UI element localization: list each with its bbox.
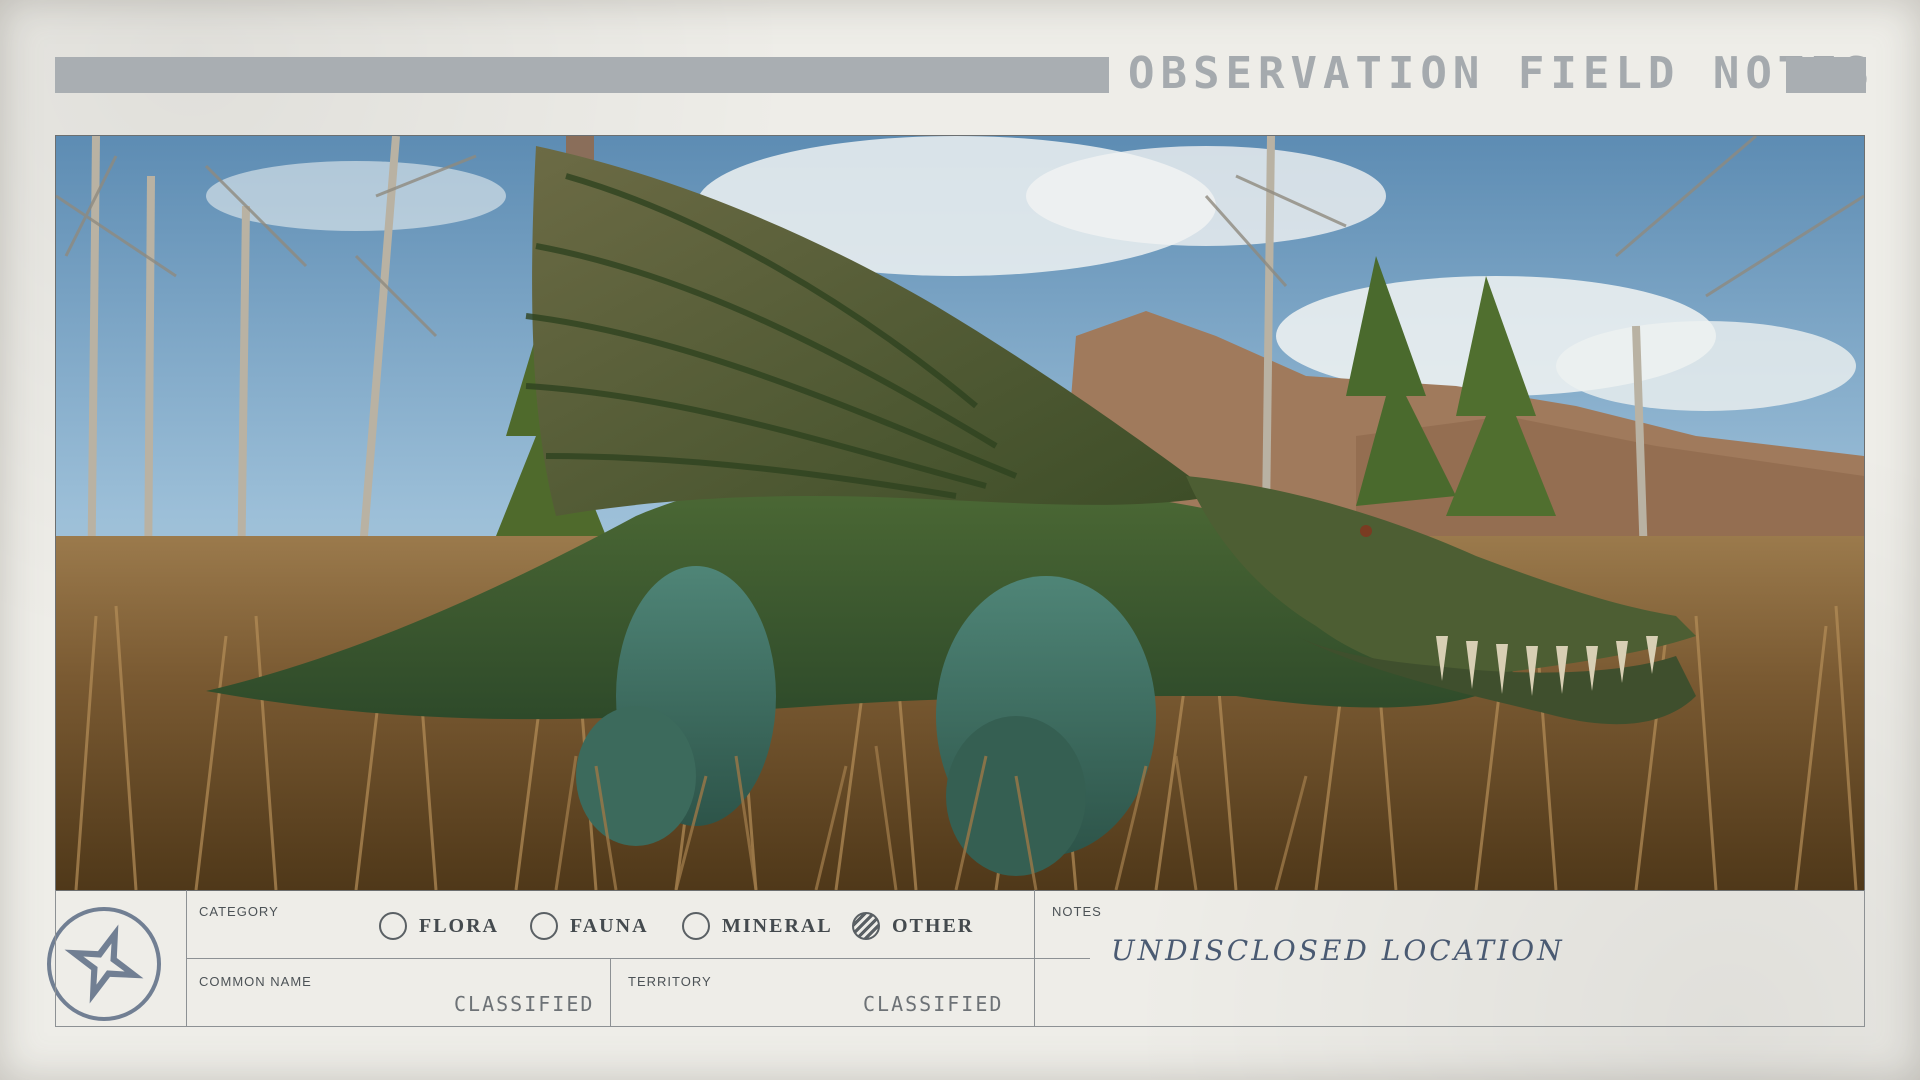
territory-label: TERRITORY (628, 974, 712, 989)
territory-value: CLASSIFIED (863, 992, 1004, 1016)
mineral-label: MINERAL (722, 914, 833, 937)
category-option-mineral[interactable]: MINERAL (682, 912, 833, 940)
category-option-fauna[interactable]: FAUNA (530, 912, 649, 940)
category-option-flora[interactable]: FLORA (379, 912, 499, 940)
field-notes-card: OBSERVATION FIELD NOTES CATEGORY FLORA F… (0, 0, 1920, 1080)
fauna-label: FAUNA (570, 914, 649, 937)
notes-value: UNDISCLOSED LOCATION (1111, 934, 1565, 967)
other-radio-checked[interactable] (852, 912, 880, 940)
fauna-radio[interactable] (530, 912, 558, 940)
header-bar-left (55, 57, 1109, 93)
flora-radio[interactable] (379, 912, 407, 940)
observation-form: CATEGORY FLORA FAUNA MINERAL OTHER COMMO… (55, 890, 1865, 1027)
header-bar-right (1786, 57, 1866, 93)
category-label: CATEGORY (199, 904, 279, 919)
common-name-label: COMMON NAME (199, 974, 312, 989)
common-name-value: CLASSIFIED (454, 992, 595, 1016)
page-title: OBSERVATION FIELD NOTES (1128, 48, 1876, 99)
other-label: OTHER (892, 914, 975, 937)
flora-label: FLORA (419, 914, 499, 937)
notes-label: NOTES (1052, 904, 1102, 919)
category-option-other[interactable]: OTHER (852, 912, 974, 940)
creature-photo (55, 135, 1865, 891)
mineral-radio[interactable] (682, 912, 710, 940)
